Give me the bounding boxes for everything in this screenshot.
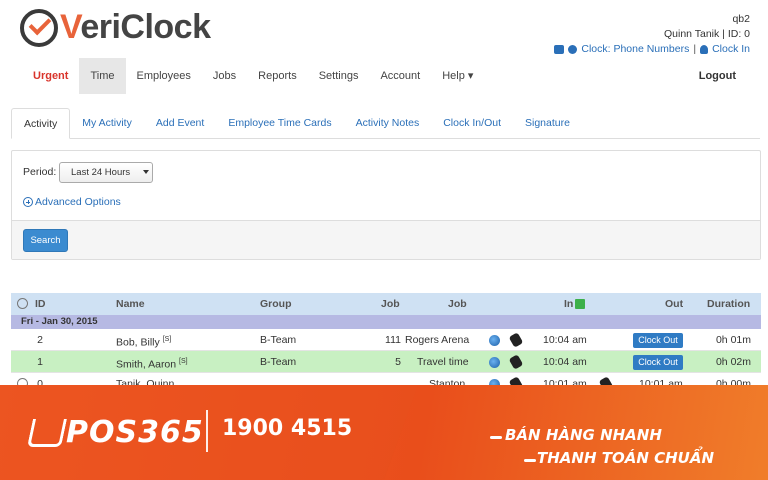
search-button[interactable]: Search — [23, 229, 68, 252]
cart-icon — [27, 418, 67, 447]
row-in: 10:04 am — [543, 334, 587, 346]
header-job[interactable]: Job — [448, 293, 467, 315]
speed-line — [490, 436, 502, 439]
tab-activity-notes[interactable]: Activity Notes — [344, 108, 432, 139]
table-row[interactable]: 2 Bob, Billy [S] B-Team 111 Rogers Arena… — [11, 329, 761, 351]
row-duration: 0h 01m — [715, 334, 751, 346]
nav-urgent[interactable]: Urgent — [22, 58, 79, 94]
clock-phone-numbers-link[interactable]: Clock: Phone Numbers — [581, 43, 689, 55]
phone-device-icon[interactable] — [508, 354, 524, 370]
header-in[interactable]: In — [564, 293, 586, 315]
user-links: Clock: Phone Numbers | Clock In — [554, 43, 750, 55]
period-select[interactable]: Last 24 Hours — [59, 162, 153, 183]
nav-time[interactable]: Time — [79, 58, 126, 94]
speed-line — [524, 459, 536, 462]
promo-banner: POS365 1900 4515 BÁN HÀNG NHANH THANH TO… — [0, 385, 768, 480]
banner-slogan-1: BÁN HÀNG NHANH — [505, 426, 662, 444]
header-duration[interactable]: Duration — [707, 293, 750, 315]
header-id[interactable]: ID — [35, 293, 46, 315]
row-job-number: 5 — [395, 356, 401, 368]
advanced-options-link[interactable]: Advanced Options — [23, 196, 121, 208]
phone-icon[interactable] — [568, 44, 578, 54]
period-label: Period: — [23, 166, 57, 178]
dropdown-arrow-icon — [143, 170, 149, 174]
pos365-logo: POS365 — [27, 415, 204, 450]
chat-icon[interactable] — [554, 44, 565, 54]
header-out[interactable]: Out — [665, 293, 683, 315]
row-id: 2 — [37, 334, 43, 346]
tab-my-activity[interactable]: My Activity — [70, 108, 144, 139]
clock-out-button[interactable]: Clock Out — [633, 333, 683, 348]
row-group: B-Team — [260, 356, 297, 368]
tab-employee-time-cards[interactable]: Employee Time Cards — [216, 108, 343, 139]
user-info: qb2 Quinn Tanik | ID: 0 — [664, 12, 750, 42]
nav-settings[interactable]: Settings — [308, 58, 370, 94]
nav-reports[interactable]: Reports — [247, 58, 308, 94]
brand-name: VeriClock — [60, 8, 211, 46]
tab-clock-in-out[interactable]: Clock In/Out — [431, 108, 513, 139]
user-name-id: Quinn Tanik | ID: 0 — [664, 28, 750, 40]
nav-help[interactable]: Help ▾ — [431, 58, 484, 94]
banner-slogan-2: THANH TOÁN CHUẨN — [537, 449, 714, 467]
header-name[interactable]: Name — [116, 293, 145, 315]
main-nav: Urgent Time Employees Jobs Reports Setti… — [22, 58, 748, 94]
panel-footer: Search — [12, 220, 760, 259]
row-job-number: 111 — [385, 334, 401, 346]
globe-icon[interactable] — [489, 357, 500, 368]
table-header: ID Name Group Job Job In Out Duration — [11, 293, 761, 315]
row-duration: 0h 02m — [715, 356, 751, 368]
tab-add-event[interactable]: Add Event — [144, 108, 216, 139]
row-group: B-Team — [260, 334, 297, 346]
clock-out-button[interactable]: Clock Out — [633, 355, 683, 370]
clock-in-link[interactable]: Clock In — [712, 43, 750, 55]
row-name[interactable]: Bob, Billy [S] — [116, 329, 171, 351]
user-icon — [700, 44, 709, 54]
phone-device-icon[interactable] — [508, 332, 524, 348]
vericlock-logo[interactable]: VeriClock — [20, 8, 211, 47]
row-job: Rogers Arena — [405, 334, 470, 346]
row-in: 10:04 am — [543, 356, 587, 368]
user-login: qb2 — [732, 13, 750, 25]
clock-check-icon — [20, 8, 58, 47]
activity-table: ID Name Group Job Job In Out Duration Fr… — [11, 293, 761, 395]
globe-icon[interactable] — [489, 335, 500, 346]
row-job: Travel time — [417, 356, 469, 368]
filter-panel: Period: Last 24 Hours Advanced Options S… — [11, 150, 761, 260]
table-row[interactable]: 1 Smith, Aaron [S] B-Team 5 Travel time … — [11, 351, 761, 373]
plus-circle-icon — [23, 197, 33, 207]
banner-phone: 1900 4515 — [222, 416, 353, 441]
nav-jobs[interactable]: Jobs — [202, 58, 247, 94]
pos365-text: POS365 — [66, 415, 204, 450]
in-sort-icon[interactable] — [575, 299, 586, 310]
tab-activity[interactable]: Activity — [11, 108, 71, 139]
banner-divider — [206, 410, 208, 452]
date-group-row: Fri - Jan 30, 2015 — [11, 315, 761, 329]
header-group[interactable]: Group — [260, 293, 292, 315]
header-job-number[interactable]: Job — [381, 293, 400, 315]
select-all-icon[interactable] — [17, 298, 28, 309]
advanced-options-label: Advanced Options — [35, 196, 121, 208]
logout-link[interactable]: Logout — [688, 58, 748, 94]
period-value: Last 24 Hours — [71, 167, 131, 178]
row-id: 1 — [37, 356, 43, 368]
row-name[interactable]: Smith, Aaron [S] — [116, 351, 188, 373]
nav-account[interactable]: Account — [369, 58, 431, 94]
nav-employees[interactable]: Employees — [126, 58, 202, 94]
tab-signature[interactable]: Signature — [513, 108, 582, 139]
activity-tabs: Activity My Activity Add Event Employee … — [11, 108, 760, 139]
link-separator: | — [693, 43, 697, 55]
